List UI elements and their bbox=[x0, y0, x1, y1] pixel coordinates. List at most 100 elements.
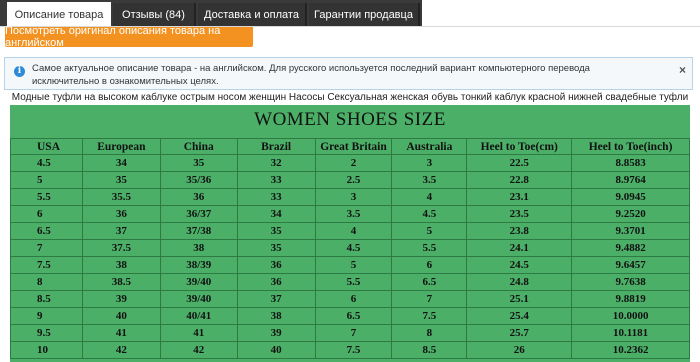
table-cell: 36 bbox=[81, 205, 161, 223]
table-cell: 9.8819 bbox=[571, 290, 690, 308]
table-cell: 9.3701 bbox=[571, 222, 690, 240]
table-cell: 3 bbox=[314, 188, 393, 206]
table-row: 4.5 34 35 32 2 3 22.5 8.8583 bbox=[10, 154, 690, 172]
table-cell: 9.5 bbox=[10, 324, 83, 342]
table-cell: 22.5 bbox=[466, 154, 573, 172]
size-chart-title: WOMEN SHOES SIZE bbox=[254, 109, 446, 130]
table-cell: 34 bbox=[236, 205, 316, 223]
table-row: 9 40 40/41 38 6.5 7.5 25.4 10.0000 bbox=[10, 307, 690, 325]
table-cell: 38 bbox=[81, 256, 161, 274]
table-cell: 5.5 bbox=[10, 188, 83, 206]
table-cell: 10.2362 bbox=[571, 341, 690, 359]
table-cell: 9 bbox=[10, 307, 83, 325]
table-cell: 25.4 bbox=[466, 307, 573, 325]
table-cell: 35 bbox=[236, 239, 316, 257]
size-table: USA European China Brazil Great Britain … bbox=[10, 138, 690, 359]
table-cell: 35 bbox=[81, 171, 161, 189]
table-cell: 38/39 bbox=[159, 256, 238, 274]
tab-reviews[interactable]: Отзывы (84) bbox=[113, 3, 196, 27]
table-cell: 25.1 bbox=[466, 290, 573, 308]
tab-bar: Описание товара Отзывы (84) Доставка и о… bbox=[0, 0, 700, 27]
table-cell: 42 bbox=[81, 341, 161, 359]
table-cell: 4.5 bbox=[10, 154, 83, 172]
table-cell: 9.0945 bbox=[571, 188, 690, 206]
table-cell: 7 bbox=[391, 290, 468, 308]
table-row: 8.5 39 39/40 37 6 7 25.1 9.8819 bbox=[10, 290, 690, 308]
table-cell: 2.5 bbox=[314, 171, 393, 189]
header-australia: Australia bbox=[391, 138, 468, 155]
table-cell: 23.8 bbox=[466, 222, 573, 240]
table-cell: 4 bbox=[314, 222, 393, 240]
close-icon[interactable]: × bbox=[679, 63, 686, 77]
header-china: China bbox=[159, 138, 238, 155]
table-cell: 7.5 bbox=[391, 307, 468, 325]
table-cell: 9.7638 bbox=[571, 273, 690, 291]
table-cell: 35 bbox=[159, 154, 238, 172]
table-cell: 26 bbox=[466, 341, 573, 359]
table-cell: 38.5 bbox=[81, 273, 161, 291]
table-cell: 6.5 bbox=[391, 273, 468, 291]
header-heel-inch: Heel to Toe(inch) bbox=[571, 138, 690, 155]
table-cell: 5 bbox=[10, 171, 83, 189]
table-cell: 39 bbox=[236, 324, 316, 342]
table-cell: 24.8 bbox=[466, 273, 573, 291]
table-cell: 8.5 bbox=[391, 341, 468, 359]
header-european: European bbox=[81, 138, 161, 155]
table-cell: 23.1 bbox=[466, 188, 573, 206]
table-cell: 42 bbox=[159, 341, 238, 359]
table-row: 6.5 37 37/38 35 4 5 23.8 9.3701 bbox=[10, 222, 690, 240]
table-row: 5.5 35.5 36 33 3 4 23.1 9.0945 bbox=[10, 188, 690, 206]
table-cell: 6 bbox=[391, 256, 468, 274]
product-description: Модные туфли на высоком каблуке острым н… bbox=[11, 92, 689, 103]
table-cell: 35/36 bbox=[159, 171, 238, 189]
table-cell: 41 bbox=[159, 324, 238, 342]
table-cell: 4 bbox=[391, 188, 468, 206]
view-original-button[interactable]: Посмотреть оригинал описания товара на а… bbox=[5, 25, 253, 49]
tab-guarantees[interactable]: Гарантии продавца bbox=[309, 3, 420, 27]
table-cell: 10 bbox=[10, 341, 83, 359]
table-cell: 10.0000 bbox=[571, 307, 690, 325]
header-great-britain: Great Britain bbox=[314, 138, 393, 155]
table-cell: 41 bbox=[81, 324, 161, 342]
table-cell: 8.8583 bbox=[571, 154, 690, 172]
table-row: 7 37.5 38 35 4.5 5.5 24.1 9.4882 bbox=[10, 239, 690, 257]
table-cell: 2 bbox=[314, 154, 393, 172]
table-cell: 37/38 bbox=[159, 222, 238, 240]
table-cell: 8 bbox=[10, 273, 83, 291]
table-cell: 35 bbox=[236, 222, 316, 240]
table-row: 5 35 35/36 33 2.5 3.5 22.8 8.9764 bbox=[10, 171, 690, 189]
size-table-header: USA European China Brazil Great Britain … bbox=[10, 138, 690, 155]
table-cell: 25.7 bbox=[466, 324, 573, 342]
table-cell: 5.5 bbox=[391, 239, 468, 257]
table-cell: 38 bbox=[159, 239, 238, 257]
header-usa: USA bbox=[10, 138, 83, 155]
table-row: 7.5 38 38/39 36 5 6 24.5 9.6457 bbox=[10, 256, 690, 274]
translation-notice: i Самое актуальное описание товара - на … bbox=[4, 57, 693, 90]
table-cell: 7.5 bbox=[314, 341, 393, 359]
table-cell: 24.5 bbox=[466, 256, 573, 274]
table-cell: 33 bbox=[236, 171, 316, 189]
header-brazil: Brazil bbox=[236, 138, 316, 155]
table-cell: 7 bbox=[10, 239, 83, 257]
table-row: 8 38.5 39/40 36 5.5 6.5 24.8 9.7638 bbox=[10, 273, 690, 291]
table-cell: 39 bbox=[81, 290, 161, 308]
table-row: 10 42 42 40 7.5 8.5 26 10.2362 bbox=[10, 341, 690, 359]
table-cell: 36 bbox=[236, 273, 316, 291]
table-cell: 5 bbox=[314, 256, 393, 274]
table-cell: 32 bbox=[236, 154, 316, 172]
info-icon: i bbox=[14, 66, 25, 77]
table-cell: 5.5 bbox=[314, 273, 393, 291]
table-cell: 8 bbox=[391, 324, 468, 342]
table-cell: 34 bbox=[81, 154, 161, 172]
table-cell: 40 bbox=[81, 307, 161, 325]
table-cell: 37.5 bbox=[81, 239, 161, 257]
table-cell: 40 bbox=[236, 341, 316, 359]
table-cell: 7 bbox=[314, 324, 393, 342]
tab-delivery[interactable]: Доставка и оплата bbox=[198, 3, 307, 27]
table-cell: 3.5 bbox=[391, 171, 468, 189]
tab-description[interactable]: Описание товара bbox=[7, 2, 111, 27]
table-cell: 4.5 bbox=[314, 239, 393, 257]
table-cell: 8.5 bbox=[10, 290, 83, 308]
table-cell: 40/41 bbox=[159, 307, 238, 325]
table-cell: 6 bbox=[314, 290, 393, 308]
